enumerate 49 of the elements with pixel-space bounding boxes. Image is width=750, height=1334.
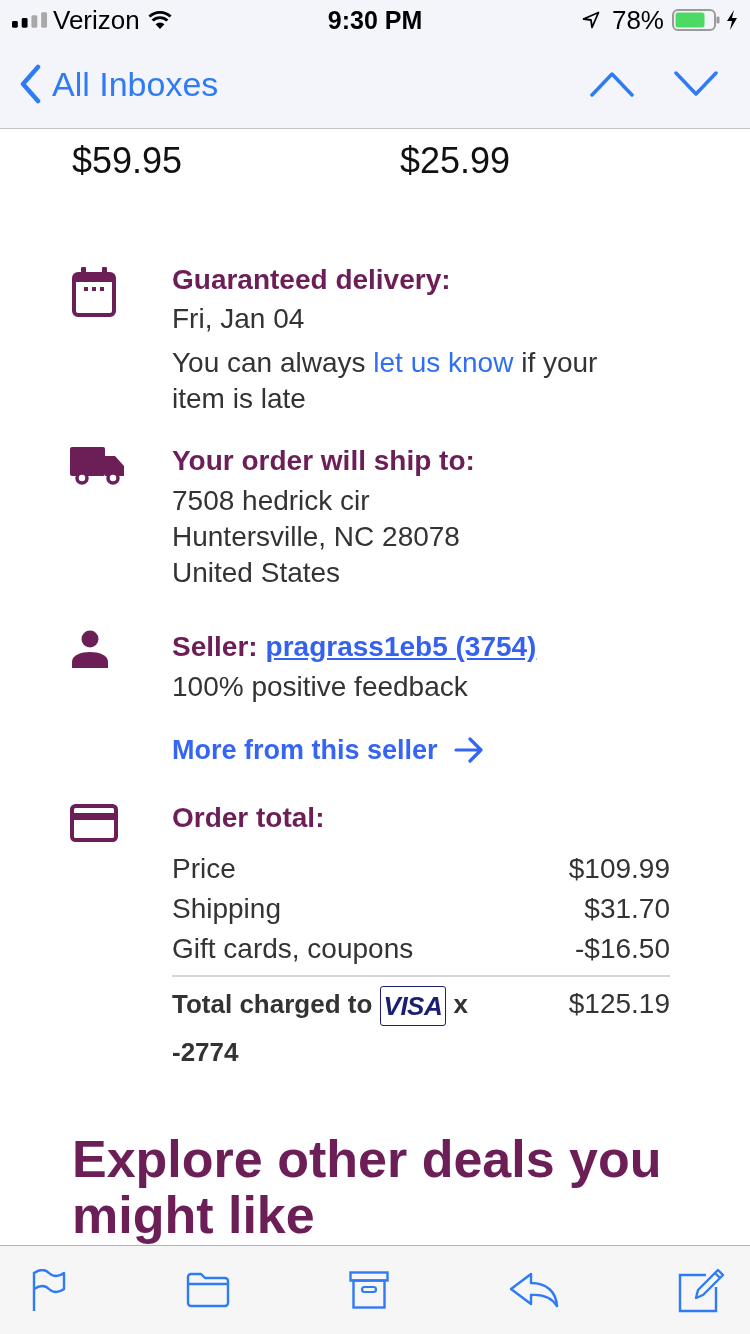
- person-icon: [72, 630, 108, 668]
- delivery-title: Guaranteed delivery:: [172, 263, 451, 297]
- wifi-icon: [147, 11, 172, 29]
- card-mark: x: [453, 988, 468, 1021]
- archive-box-icon[interactable]: [349, 1271, 389, 1309]
- item-price: $25.99: [400, 139, 511, 183]
- cost-label: Shipping: [172, 892, 281, 926]
- flag-icon[interactable]: [32, 1269, 66, 1311]
- arrow-right-icon: [453, 737, 484, 763]
- address-line: 7508 hedrick cir: [172, 484, 370, 518]
- calendar-icon: [72, 267, 116, 317]
- address-line: Huntersville, NC 28078: [172, 520, 460, 554]
- total-label: Total charged to: [172, 988, 373, 1021]
- let-us-know-link[interactable]: let us know: [373, 347, 514, 378]
- card-last-digits: -2774: [172, 1036, 239, 1069]
- chevron-up-icon[interactable]: [590, 71, 634, 97]
- order-total-title: Order total:: [172, 801, 325, 835]
- battery-percent: 78%: [611, 5, 664, 35]
- credit-card-icon: [70, 804, 118, 842]
- back-button[interactable]: All Inboxes: [0, 64, 219, 104]
- total-value: $125.19: [568, 987, 670, 1021]
- more-from-seller-link[interactable]: More from this seller: [172, 732, 484, 768]
- cost-label: Price: [172, 852, 236, 886]
- carrier-name: Verizon: [53, 5, 140, 35]
- chevron-down-icon[interactable]: [674, 71, 718, 97]
- truck-icon: [70, 447, 124, 485]
- cost-value: -$16.50: [575, 932, 670, 966]
- clock-time: 9:30 PM: [327, 5, 423, 35]
- delivery-date: Fri, Jan 04: [172, 302, 305, 336]
- card-logo: VISA: [379, 986, 447, 1027]
- cost-value: $31.70: [584, 892, 670, 926]
- cost-label: Gift cards, coupons: [172, 932, 414, 966]
- cost-value: $109.99: [568, 852, 670, 886]
- location-arrow-icon: [581, 11, 600, 29]
- compose-icon[interactable]: [678, 1267, 726, 1313]
- charging-bolt-icon: [726, 10, 738, 30]
- battery-icon: [672, 9, 720, 31]
- late-item-note: You can always let us know if your item is late: [172, 346, 599, 416]
- signal-icon: [12, 12, 47, 28]
- reply-arrow-icon[interactable]: [508, 1272, 559, 1308]
- folder-icon[interactable]: [185, 1272, 230, 1308]
- seller-name-link[interactable]: pragrass1eb5 (3754): [265, 629, 537, 665]
- chevron-left-icon: [18, 64, 42, 104]
- promo-heading: Explore other deals you might like: [72, 1131, 663, 1243]
- seller-feedback: 100% positive feedback: [172, 670, 468, 704]
- item-price: $59.95: [72, 139, 183, 183]
- seller-label: Seller:: [172, 630, 258, 664]
- address-line: United States: [172, 556, 341, 590]
- ship-to-title: Your order will ship to:: [172, 444, 475, 478]
